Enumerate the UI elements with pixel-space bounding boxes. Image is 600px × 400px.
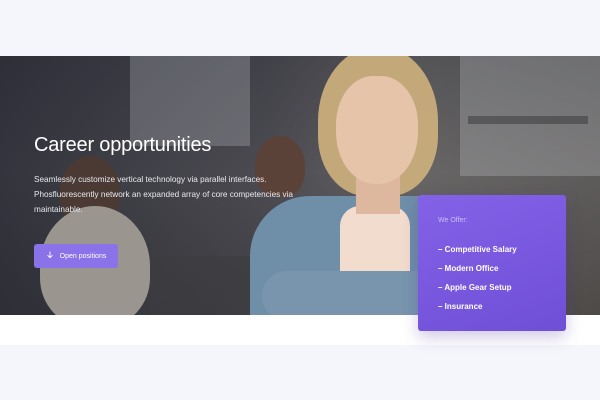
photo-person-face xyxy=(336,76,418,184)
hero-description: Seamlessly customize vertical technology… xyxy=(34,175,293,214)
background-window xyxy=(130,56,250,146)
careers-page: Career opportunities Seamlessly customiz… xyxy=(0,0,600,400)
arrow-down-icon xyxy=(46,251,54,261)
offer-heading: We Offer: xyxy=(438,217,468,224)
background-desk xyxy=(150,256,260,315)
offer-item: – Insurance xyxy=(438,302,483,311)
bottom-background xyxy=(0,345,600,400)
offer-item: – Modern Office xyxy=(438,264,499,273)
open-positions-button[interactable]: Open positions xyxy=(34,244,118,268)
top-spacer xyxy=(0,0,600,56)
open-positions-label: Open positions xyxy=(59,252,107,260)
offer-item: – Competitive Salary xyxy=(438,245,517,254)
offer-list: – Competitive Salary – Modern Office – A… xyxy=(438,240,566,316)
offer-item: – Apple Gear Setup xyxy=(438,283,512,292)
offer-card: We Offer: – Competitive Salary – Modern … xyxy=(418,195,566,331)
background-shelf xyxy=(468,116,588,124)
page-title: Career opportunities xyxy=(34,134,212,156)
